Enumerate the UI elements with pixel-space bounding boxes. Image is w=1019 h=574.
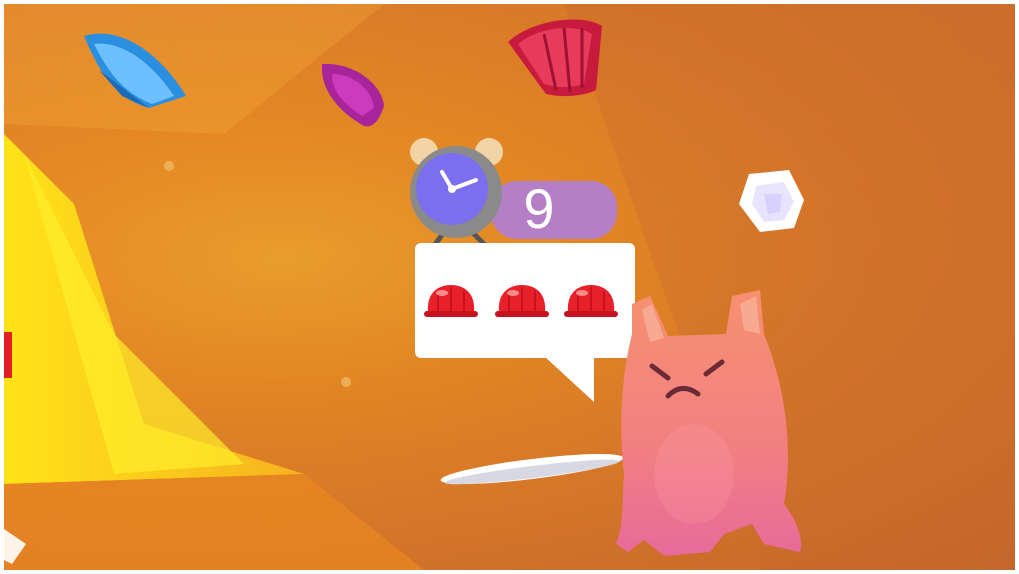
angry-jelly-cat-character xyxy=(616,290,802,556)
game-viewport: 9 xyxy=(4,4,1015,570)
